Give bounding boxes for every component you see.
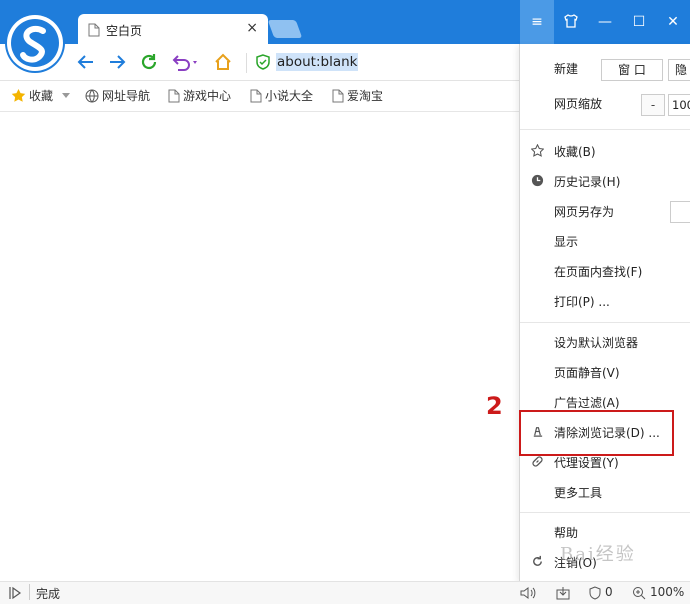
forward-icon[interactable] — [107, 52, 127, 72]
download-icon[interactable] — [556, 586, 570, 600]
page-icon — [332, 89, 344, 103]
bookmark-label: 收藏 — [29, 89, 54, 103]
menu-item-label: 广告过滤(A) — [554, 396, 620, 410]
menu-zoom-label: 网页缩放 — [554, 97, 603, 111]
zoom-icon[interactable] — [632, 586, 646, 600]
menu-item-label: 更多工具 — [554, 486, 603, 500]
skin-icon[interactable] — [554, 0, 588, 44]
status-text: 完成 — [36, 587, 61, 601]
status-zoom: 100% — [650, 585, 685, 599]
clock-icon — [531, 174, 544, 187]
step-number: 2 — [486, 392, 503, 420]
address-input[interactable]: about:blank — [276, 53, 359, 71]
bookmark-novels[interactable]: 小说大全 — [250, 88, 313, 104]
address-separator — [246, 53, 247, 73]
menu-item-default-browser[interactable]: 设为默认浏览器 — [520, 328, 690, 356]
menu-item-label: 帮助 — [554, 526, 579, 540]
menu-item-print[interactable]: 打印(P) ... — [520, 287, 690, 315]
bookmark-label: 游戏中心 — [183, 89, 232, 103]
menu-item-label: 显示 — [554, 235, 579, 249]
menu-zoom-row: 网页缩放 - 100 — [520, 89, 690, 117]
tab-close-icon[interactable]: × — [246, 20, 258, 36]
menu-divider — [520, 129, 690, 130]
page-icon — [168, 89, 180, 103]
menu-item-label: 打印(P) ... — [554, 295, 610, 309]
menu-item-favorites[interactable]: 收藏(B) — [520, 137, 690, 165]
menu-item-history[interactable]: 历史记录(H) — [520, 167, 690, 195]
tab-blank[interactable]: 空白页 × — [78, 14, 268, 44]
bookmark-favorites[interactable]: 收藏 — [11, 88, 73, 104]
main-menu: 新建 窗 口 隐 网页缩放 - 100 收藏(B) 历史记录(H) 网页另存为 … — [519, 44, 690, 581]
menu-item-more-tools[interactable]: 更多工具 — [520, 478, 690, 506]
globe-icon — [85, 89, 99, 103]
menu-item-find[interactable]: 在页面内查找(F) — [520, 257, 690, 285]
menu-item-label: 页面静音(V) — [554, 366, 620, 380]
bookmark-taobao[interactable]: 爱淘宝 — [332, 88, 383, 104]
highlight-box — [519, 410, 674, 456]
menu-item-mute[interactable]: 页面静音(V) — [520, 358, 690, 386]
new-tab-button[interactable] — [267, 20, 303, 38]
refresh-icon — [533, 555, 542, 566]
menu-item-label: 在页面内查找(F) — [554, 265, 643, 279]
menu-new-row: 新建 窗 口 隐 — [520, 54, 690, 82]
save-as-submenu-box — [670, 201, 690, 223]
page-icon — [250, 89, 262, 103]
link-icon — [532, 456, 543, 467]
status-bar: 完成 0 100% — [0, 581, 690, 604]
menu-item-label: 历史记录(H) — [554, 175, 621, 189]
zoom-out-button[interactable]: - — [641, 94, 665, 116]
undo-close-icon[interactable] — [171, 52, 199, 72]
bookmark-games[interactable]: 游戏中心 — [168, 88, 231, 104]
bookmark-nav[interactable]: 网址导航 — [85, 88, 150, 104]
page-icon — [88, 23, 100, 40]
bookmark-label: 爱淘宝 — [347, 89, 384, 103]
star-outline-icon — [531, 144, 544, 157]
status-divider — [29, 584, 30, 600]
menu-item-label: 设为默认浏览器 — [554, 336, 639, 350]
menu-item-label: 网页另存为 — [554, 205, 615, 219]
zoom-value: 100 — [668, 94, 690, 116]
menu-item-label: 收藏(B) — [554, 145, 596, 159]
refresh-icon[interactable] — [139, 52, 159, 72]
chevron-down-icon — [61, 93, 70, 98]
new-private-button[interactable]: 隐 — [668, 59, 690, 81]
close-button[interactable]: ✕ — [656, 0, 690, 44]
menu-divider — [520, 322, 690, 323]
adblock-icon[interactable] — [588, 586, 602, 600]
star-icon — [11, 88, 26, 102]
new-window-button[interactable]: 窗 口 — [601, 59, 663, 81]
bookmark-label: 网址导航 — [102, 89, 151, 103]
watermark: Bai经验 — [560, 544, 636, 565]
title-bar: 空白页 × ≡ — ☐ ✕ — [0, 0, 690, 44]
menu-divider — [520, 512, 690, 513]
sogou-logo — [7, 15, 63, 71]
shield-icon[interactable] — [256, 54, 270, 70]
menu-button[interactable]: ≡ — [520, 0, 554, 44]
sidebar-toggle-icon[interactable] — [8, 586, 22, 600]
adblock-count: 0 — [605, 585, 613, 599]
back-icon[interactable] — [76, 52, 96, 72]
menu-item-label: 代理设置(Y) — [554, 456, 619, 470]
menu-item-save-as[interactable]: 网页另存为 — [520, 197, 690, 225]
speaker-icon[interactable] — [520, 586, 536, 600]
bookmark-label: 小说大全 — [265, 89, 314, 103]
minimize-button[interactable]: — — [588, 0, 622, 44]
menu-item-display[interactable]: 显示 — [520, 227, 690, 255]
home-icon[interactable] — [213, 52, 233, 72]
tab-title: 空白页 — [106, 24, 143, 38]
maximize-button[interactable]: ☐ — [622, 0, 656, 44]
menu-new-label: 新建 — [554, 62, 579, 76]
